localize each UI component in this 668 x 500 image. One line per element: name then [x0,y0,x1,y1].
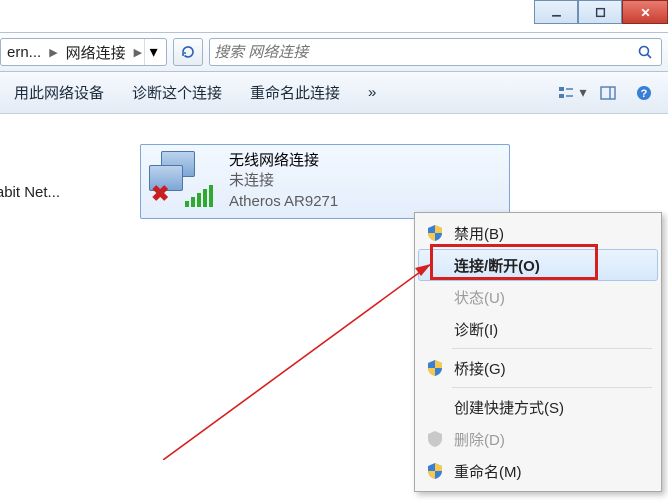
ctx-disable[interactable]: 禁用(B) [418,217,658,249]
breadcrumb-separator-icon: ▶ [47,46,59,59]
search-icon[interactable] [633,44,657,60]
preview-pane-button[interactable] [592,79,624,107]
uac-shield-icon [426,462,444,480]
help-button[interactable]: ? [628,79,660,107]
disconnected-x-icon: ✖ [151,181,169,207]
toolbar-rename[interactable]: 重命名此连接 [236,72,354,113]
refresh-icon [180,44,196,60]
toolbar-disable-device[interactable]: 用此网络设备 [0,72,118,113]
toolbar-overflow[interactable]: » [354,72,390,113]
minimize-button[interactable] [534,0,578,24]
toolbar-label: 诊断这个连接 [132,82,222,103]
svg-text:?: ? [641,88,648,100]
ctx-label: 连接/断开(O) [454,255,540,276]
toolbar-label: 用此网络设备 [14,82,104,103]
signal-bars-icon [185,185,213,207]
search-input[interactable] [214,44,633,61]
ctx-create-shortcut[interactable]: 创建快捷方式(S) [418,391,658,423]
ctx-status: 状态(U) [418,281,658,313]
ethernet-adapter-label[interactable]: 3 Gigabit Net... [0,184,60,201]
breadcrumb-dropdown-icon[interactable]: ▾ [144,39,162,65]
address-bar: ern... ▶ 网络连接 ▶ ▾ [0,32,668,72]
toolbar-diagnose[interactable]: 诊断这个连接 [118,72,236,113]
ctx-rename[interactable]: 重命名(M) [418,455,658,487]
ctx-label: 重命名(M) [454,461,522,482]
ctx-separator [452,348,652,349]
window-caption-buttons [534,0,668,24]
toolbar-label: 重命名此连接 [250,82,340,103]
ctx-label: 诊断(I) [454,319,498,340]
close-button[interactable] [622,0,668,24]
ctx-connect-disconnect[interactable]: 连接/断开(O) [418,249,658,281]
ctx-bridge[interactable]: 桥接(G) [418,352,658,384]
uac-shield-icon [426,359,444,377]
ctx-label: 桥接(G) [454,358,506,379]
ctx-diagnose[interactable]: 诊断(I) [418,313,658,345]
wifi-connection-item[interactable]: ✖ 无线网络连接 未连接 Atheros AR9271 [140,144,510,219]
ctx-label: 删除(D) [454,429,505,450]
command-toolbar: 用此网络设备 诊断这个连接 重命名此连接 » ▾ ? [0,72,668,114]
ctx-label: 禁用(B) [454,223,504,244]
wifi-title: 无线网络连接 [229,151,338,171]
breadcrumb-part-1[interactable]: ern... [1,39,47,65]
wifi-status: 未连接 [229,171,338,191]
ctx-label: 创建快捷方式(S) [454,397,564,418]
maximize-button[interactable] [578,0,622,24]
wifi-adapter-name: Atheros AR9271 [229,192,338,212]
view-mode-button[interactable]: ▾ [556,79,588,107]
toolbar-label: » [368,84,376,101]
refresh-button[interactable] [173,38,203,66]
chevron-down-icon: ▾ [575,84,586,101]
wifi-adapter-icon: ✖ [149,151,219,207]
ctx-delete: 删除(D) [418,423,658,455]
breadcrumb-separator-icon: ▶ [132,46,144,59]
context-menu: 禁用(B) 连接/断开(O) 状态(U) 诊断(I) 桥接(G) 创建快捷方式(… [414,212,662,492]
ctx-label: 状态(U) [454,287,505,308]
breadcrumb[interactable]: ern... ▶ 网络连接 ▶ ▾ [0,38,167,66]
wifi-text: 无线网络连接 未连接 Atheros AR9271 [229,151,338,212]
ctx-separator [452,387,652,388]
uac-shield-icon [426,224,444,242]
uac-shield-icon [426,430,444,448]
breadcrumb-part-2[interactable]: 网络连接 [60,39,132,65]
search-box[interactable] [209,38,662,66]
